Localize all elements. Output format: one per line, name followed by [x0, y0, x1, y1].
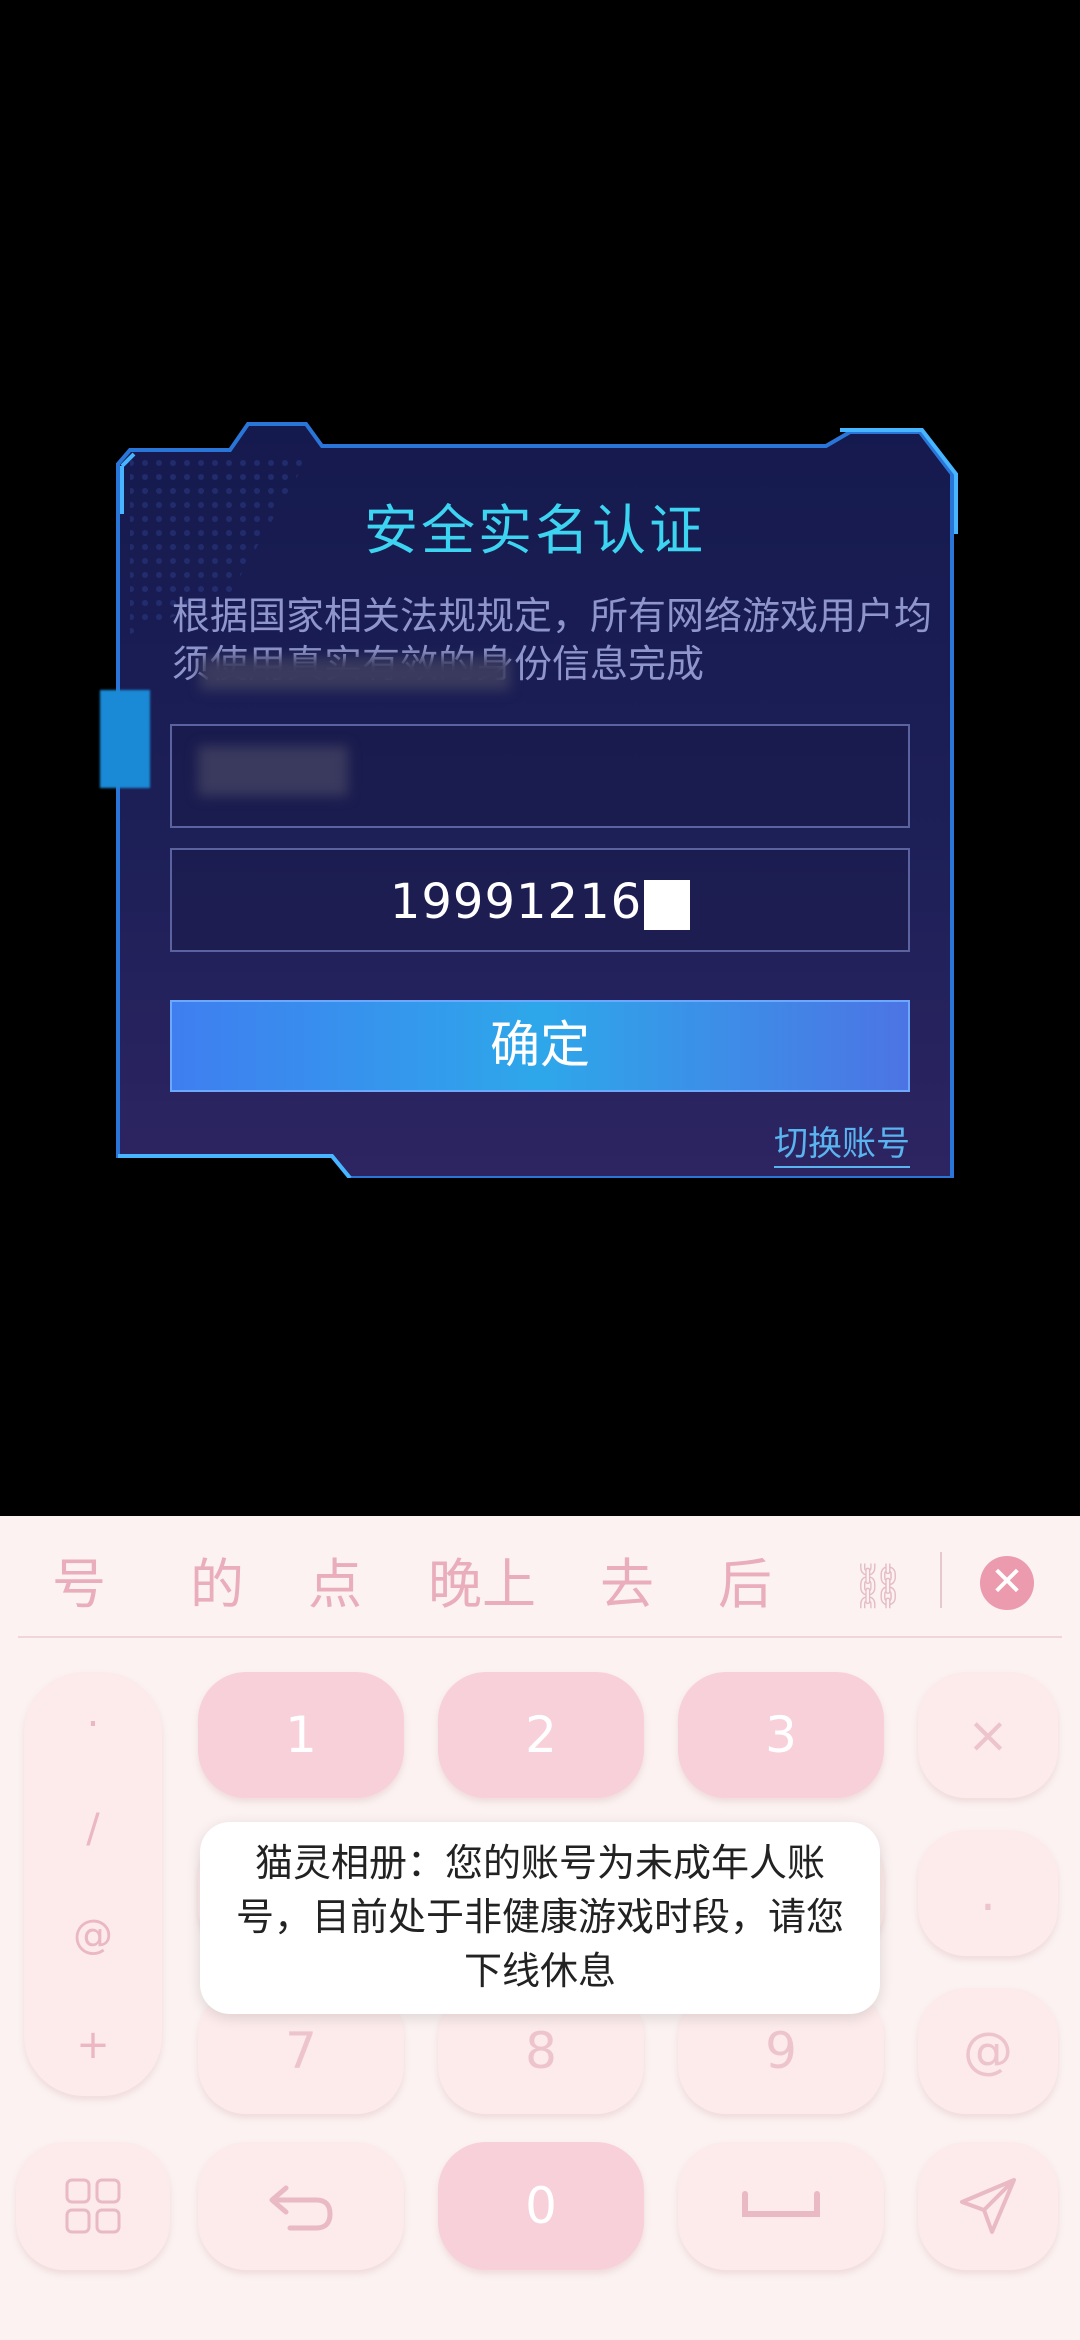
- digit-key[interactable]: 3: [678, 1672, 884, 1798]
- candidate-word[interactable]: 号: [52, 1540, 106, 1619]
- candidate-divider: [940, 1552, 942, 1608]
- id-number-field[interactable]: 19991216: [170, 848, 910, 952]
- confirm-button[interactable]: 确定: [170, 1000, 910, 1092]
- symbol-key[interactable]: @: [24, 1912, 162, 1958]
- symbol-key[interactable]: +: [24, 2022, 162, 2068]
- symbol-column: . / @ +: [24, 1672, 162, 2096]
- candidate-separator: [18, 1636, 1062, 1638]
- candidate-word[interactable]: 去: [600, 1540, 654, 1619]
- space-key[interactable]: [678, 2142, 884, 2270]
- send-key[interactable]: [918, 2142, 1058, 2270]
- dot-key[interactable]: .: [918, 1830, 1058, 1956]
- candidate-word[interactable]: 后: [718, 1540, 772, 1619]
- digit-key[interactable]: 0: [438, 2142, 644, 2270]
- id-number-value: 19991216: [172, 874, 908, 930]
- side-tab: [100, 690, 150, 788]
- link-icon[interactable]: ⛓: [850, 1560, 906, 1612]
- redacted-name: [198, 746, 348, 796]
- send-icon: [960, 2178, 1016, 2234]
- symbol-key[interactable]: .: [24, 1690, 162, 1736]
- space-icon: [742, 2191, 820, 2217]
- return-icon: [269, 2185, 333, 2231]
- real-name-auth-dialog: 安全实名认证 根据国家相关法规规定，所有网络游戏用户均须使用真实有效的身份信息完…: [100, 414, 960, 1178]
- return-key[interactable]: [198, 2142, 404, 2270]
- candidate-bar: 号 的 点 晚上 去 后 ⛓ ✕: [0, 1516, 1080, 1638]
- redacted-digit: [644, 880, 691, 930]
- digit-key[interactable]: 1: [198, 1672, 404, 1798]
- grid-icon: [65, 2178, 121, 2234]
- name-field[interactable]: [170, 724, 910, 828]
- dialog-title: 安全实名认证: [364, 499, 706, 562]
- at-key[interactable]: @: [918, 1988, 1058, 2114]
- candidate-word[interactable]: 点: [308, 1540, 362, 1619]
- switch-account-link[interactable]: 切换账号: [774, 1122, 910, 1168]
- digit-key[interactable]: 2: [438, 1672, 644, 1798]
- candidate-word[interactable]: 晚上: [428, 1540, 536, 1619]
- close-keyboard-icon[interactable]: ✕: [980, 1556, 1034, 1610]
- grid-menu-key[interactable]: [16, 2142, 170, 2270]
- symbol-key[interactable]: /: [24, 1806, 162, 1852]
- candidate-word[interactable]: 的: [190, 1540, 244, 1619]
- redacted-patch: [200, 658, 510, 690]
- toast-message: 猫灵相册：您的账号为未成年人账号，目前处于非健康游戏时段，请您下线休息: [200, 1822, 880, 2014]
- backspace-key[interactable]: ×: [918, 1672, 1058, 1798]
